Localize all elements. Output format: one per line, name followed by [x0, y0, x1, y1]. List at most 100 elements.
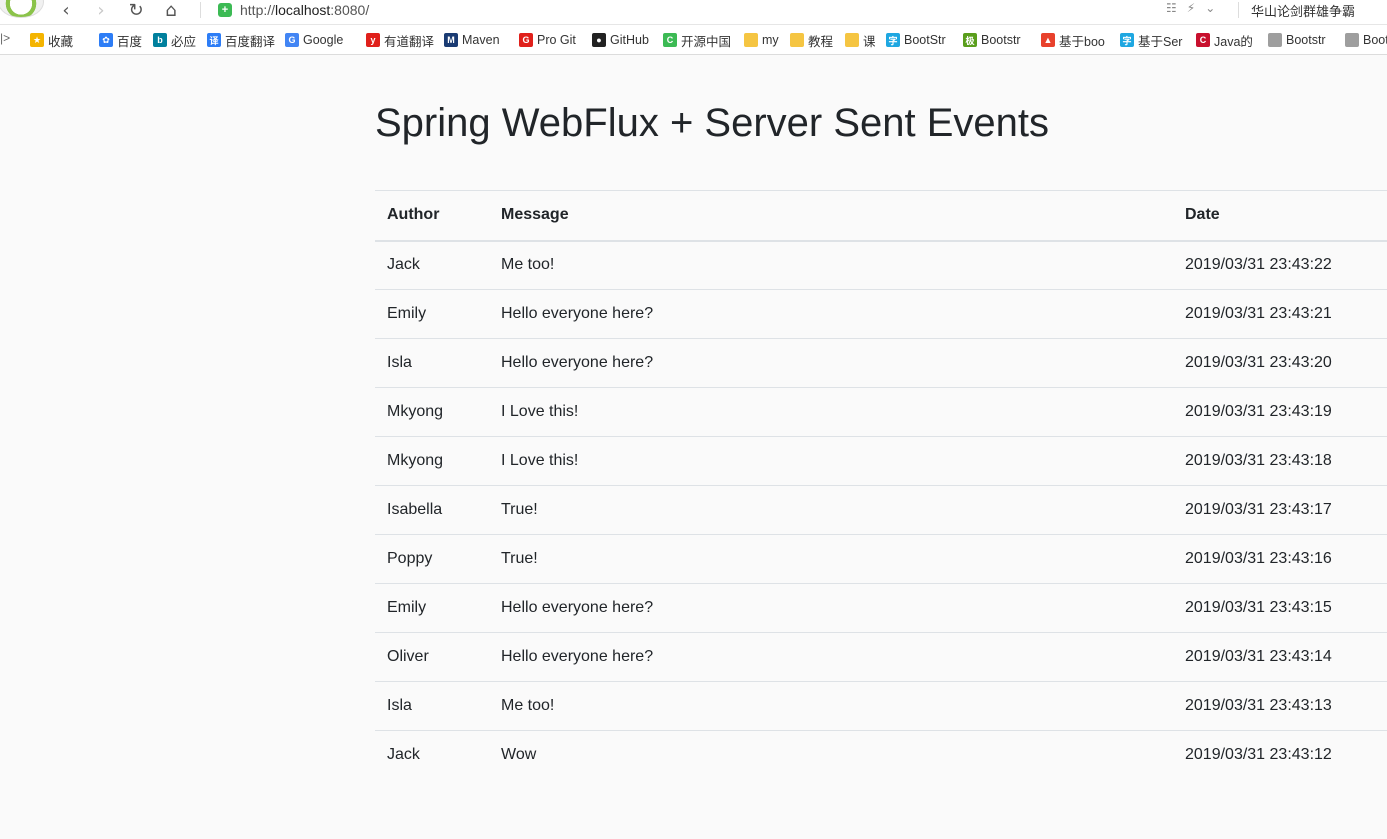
cell-author: Jack	[375, 730, 489, 780]
cell-message: Hello everyone here?	[489, 338, 1173, 388]
bookmark-item[interactable]: ● GitHub	[592, 32, 656, 48]
cell-author: Mkyong	[375, 436, 489, 486]
bookmark-icon: ★	[30, 33, 44, 47]
toolbar-right-icons: ☷ ⚡ ⌄	[1166, 1, 1215, 15]
cell-author: Emily	[375, 289, 489, 339]
bookmark-label: Maven	[462, 33, 500, 47]
cell-author: Isla	[375, 681, 489, 731]
reload-icon[interactable]: ↻	[125, 0, 147, 21]
bookmark-icon: G	[285, 33, 299, 47]
cell-author: Oliver	[375, 632, 489, 682]
bookmark-item[interactable]: 字 BootStr	[886, 32, 954, 48]
bookmark-icon: 字	[1120, 33, 1134, 47]
url-host: localhost	[275, 2, 331, 18]
table-row: Mkyong I Love this! 2019/03/31 23:43:19	[375, 387, 1387, 437]
lightning-icon[interactable]: ⚡	[1187, 1, 1195, 15]
bookmark-icon: ✿	[99, 33, 113, 47]
bookmark-item[interactable]: 译百度翻译	[207, 32, 279, 48]
table-row: Isla Hello everyone here? 2019/03/31 23:43…	[375, 338, 1387, 388]
bookmark-icon: 译	[207, 33, 221, 47]
bookmark-item[interactable]: ▲ 基于boo	[1041, 32, 1111, 48]
bookmarks-expand-icon[interactable]: |>	[0, 31, 10, 45]
bookmark-item[interactable]: 课	[845, 32, 875, 48]
bookmark-label: 课	[863, 34, 875, 49]
table-row: Oliver Hello everyone here? 2019/03/31 23:…	[375, 632, 1387, 682]
browser-logo-icon[interactable]	[0, 0, 44, 18]
table-row: Isabella True! 2019/03/31 23:43:17	[375, 485, 1387, 535]
bookmark-item[interactable]: C 开源中国	[663, 32, 731, 48]
bookmark-icon: G	[519, 33, 533, 47]
table-header-row: Author Message Date	[375, 190, 1387, 242]
table-row: Poppy True! 2019/03/31 23:43:16	[375, 534, 1387, 584]
bookmark-label: Pro Git	[537, 33, 576, 47]
cell-message: True!	[489, 485, 1173, 535]
cell-date: 2019/03/31 23:43:21	[1173, 289, 1387, 339]
table-body: Jack Me too! 2019/03/31 23:43:22 Emily Hello…	[375, 241, 1387, 780]
toolbar-divider-right	[1238, 2, 1239, 18]
bookmark-icon: 字	[886, 33, 900, 47]
bookmark-label: Bootstr	[1286, 33, 1326, 47]
qr-code-icon[interactable]: ☷	[1166, 1, 1177, 15]
bookmark-icon: 极	[963, 33, 977, 47]
bookmark-label: 百度翻译	[225, 34, 276, 49]
bookmark-item[interactable]: 字基于Ser	[1120, 32, 1186, 48]
cell-date: 2019/03/31 23:43:14	[1173, 632, 1387, 682]
bookmark-item[interactable]: Bootstr	[1268, 32, 1332, 48]
bookmark-label: 开源中国	[681, 34, 731, 49]
bookmark-item[interactable]: my	[744, 32, 782, 48]
bookmark-label: 基于boo	[1059, 34, 1105, 49]
bookmark-icon: ▲	[1041, 33, 1055, 47]
bookmark-label: 百度	[117, 34, 143, 49]
header-date: Date	[1173, 190, 1387, 242]
bookmark-item[interactable]: ★ 收藏	[30, 32, 92, 48]
bookmark-label: Google	[303, 33, 344, 47]
url-text[interactable]: http://localhost:8080/	[240, 2, 369, 18]
address-bar[interactable]: + http://localhost:8080/	[218, 0, 369, 20]
bookmark-icon	[790, 33, 804, 47]
bookmark-label: 基于Ser	[1138, 34, 1183, 49]
bookmark-label: Java的	[1214, 34, 1253, 49]
bookmark-icon	[1268, 33, 1282, 47]
cell-message: Me too!	[501, 256, 555, 274]
bookmark-icon: b	[153, 33, 167, 47]
bookmark-item[interactable]: b 必应	[153, 32, 199, 48]
bookmark-item[interactable]: G Pro Git	[519, 32, 581, 48]
bookmark-icon: C	[663, 33, 677, 47]
secure-shield-icon: +	[218, 3, 232, 17]
cell-date: 2019/03/31 23:43:17	[1173, 485, 1387, 535]
bookmark-item[interactable]: 教程	[790, 32, 836, 48]
bookmark-icon: M	[444, 33, 458, 47]
cell-date: 2019/03/31 23:43:16	[1173, 534, 1387, 584]
cell-date: 2019/03/31 23:43:13	[1173, 681, 1387, 731]
table-row: Emily Hello everyone here? 2019/03/31 23:4…	[375, 583, 1387, 633]
toolbar-profile-text[interactable]: 华山论剑群雄争霸	[1251, 1, 1355, 20]
header-author: Author	[375, 190, 489, 242]
cell-author: Mkyong	[375, 387, 489, 437]
bookmark-item[interactable]: Boot	[1345, 32, 1387, 48]
bookmark-item[interactable]: 极 Bootstr	[963, 32, 1031, 48]
bookmark-label: Bootstr	[981, 33, 1021, 47]
url-scheme: http://	[240, 2, 276, 18]
bookmark-label: Boot	[1363, 33, 1387, 47]
main-container: Spring WebFlux + Server Sent Events Auth…	[375, 56, 1387, 780]
chevron-down-icon[interactable]: ⌄	[1205, 1, 1215, 15]
cell-date: 2019/03/31 23:43:20	[1173, 338, 1387, 388]
cell-date: 2019/03/31 23:43:15	[1173, 583, 1387, 633]
forward-arrow-icon[interactable]: ›	[90, 0, 112, 21]
browser-toolbar: ‹ › ↻ ⌂ + http://localhost:8080/ ☷ ⚡ ⌄ 华…	[0, 0, 1387, 25]
bookmark-label: 教程	[808, 34, 834, 49]
cell-date: 2019/03/31 23:43:12	[1173, 730, 1387, 780]
home-icon[interactable]: ⌂	[160, 0, 182, 21]
cell-author: Isabella	[375, 485, 489, 535]
table-row: Jack Me too! 2019/03/31 23:43:22	[375, 241, 1387, 290]
cell-message: Hello everyone here?	[489, 289, 1173, 339]
bookmark-item[interactable]: M Maven	[444, 32, 506, 48]
back-arrow-icon[interactable]: ‹	[55, 0, 77, 21]
cell-author: Jack	[387, 256, 420, 274]
table-row: Emily Hello everyone here? 2019/03/31 23:4…	[375, 289, 1387, 339]
bookmark-item[interactable]: C Java的	[1196, 32, 1260, 48]
bookmark-item[interactable]: ✿ 百度	[99, 32, 145, 48]
bookmark-item[interactable]: y 有道翻译	[366, 32, 436, 48]
cell-author: Emily	[375, 583, 489, 633]
bookmark-item[interactable]: G Google	[285, 32, 353, 48]
